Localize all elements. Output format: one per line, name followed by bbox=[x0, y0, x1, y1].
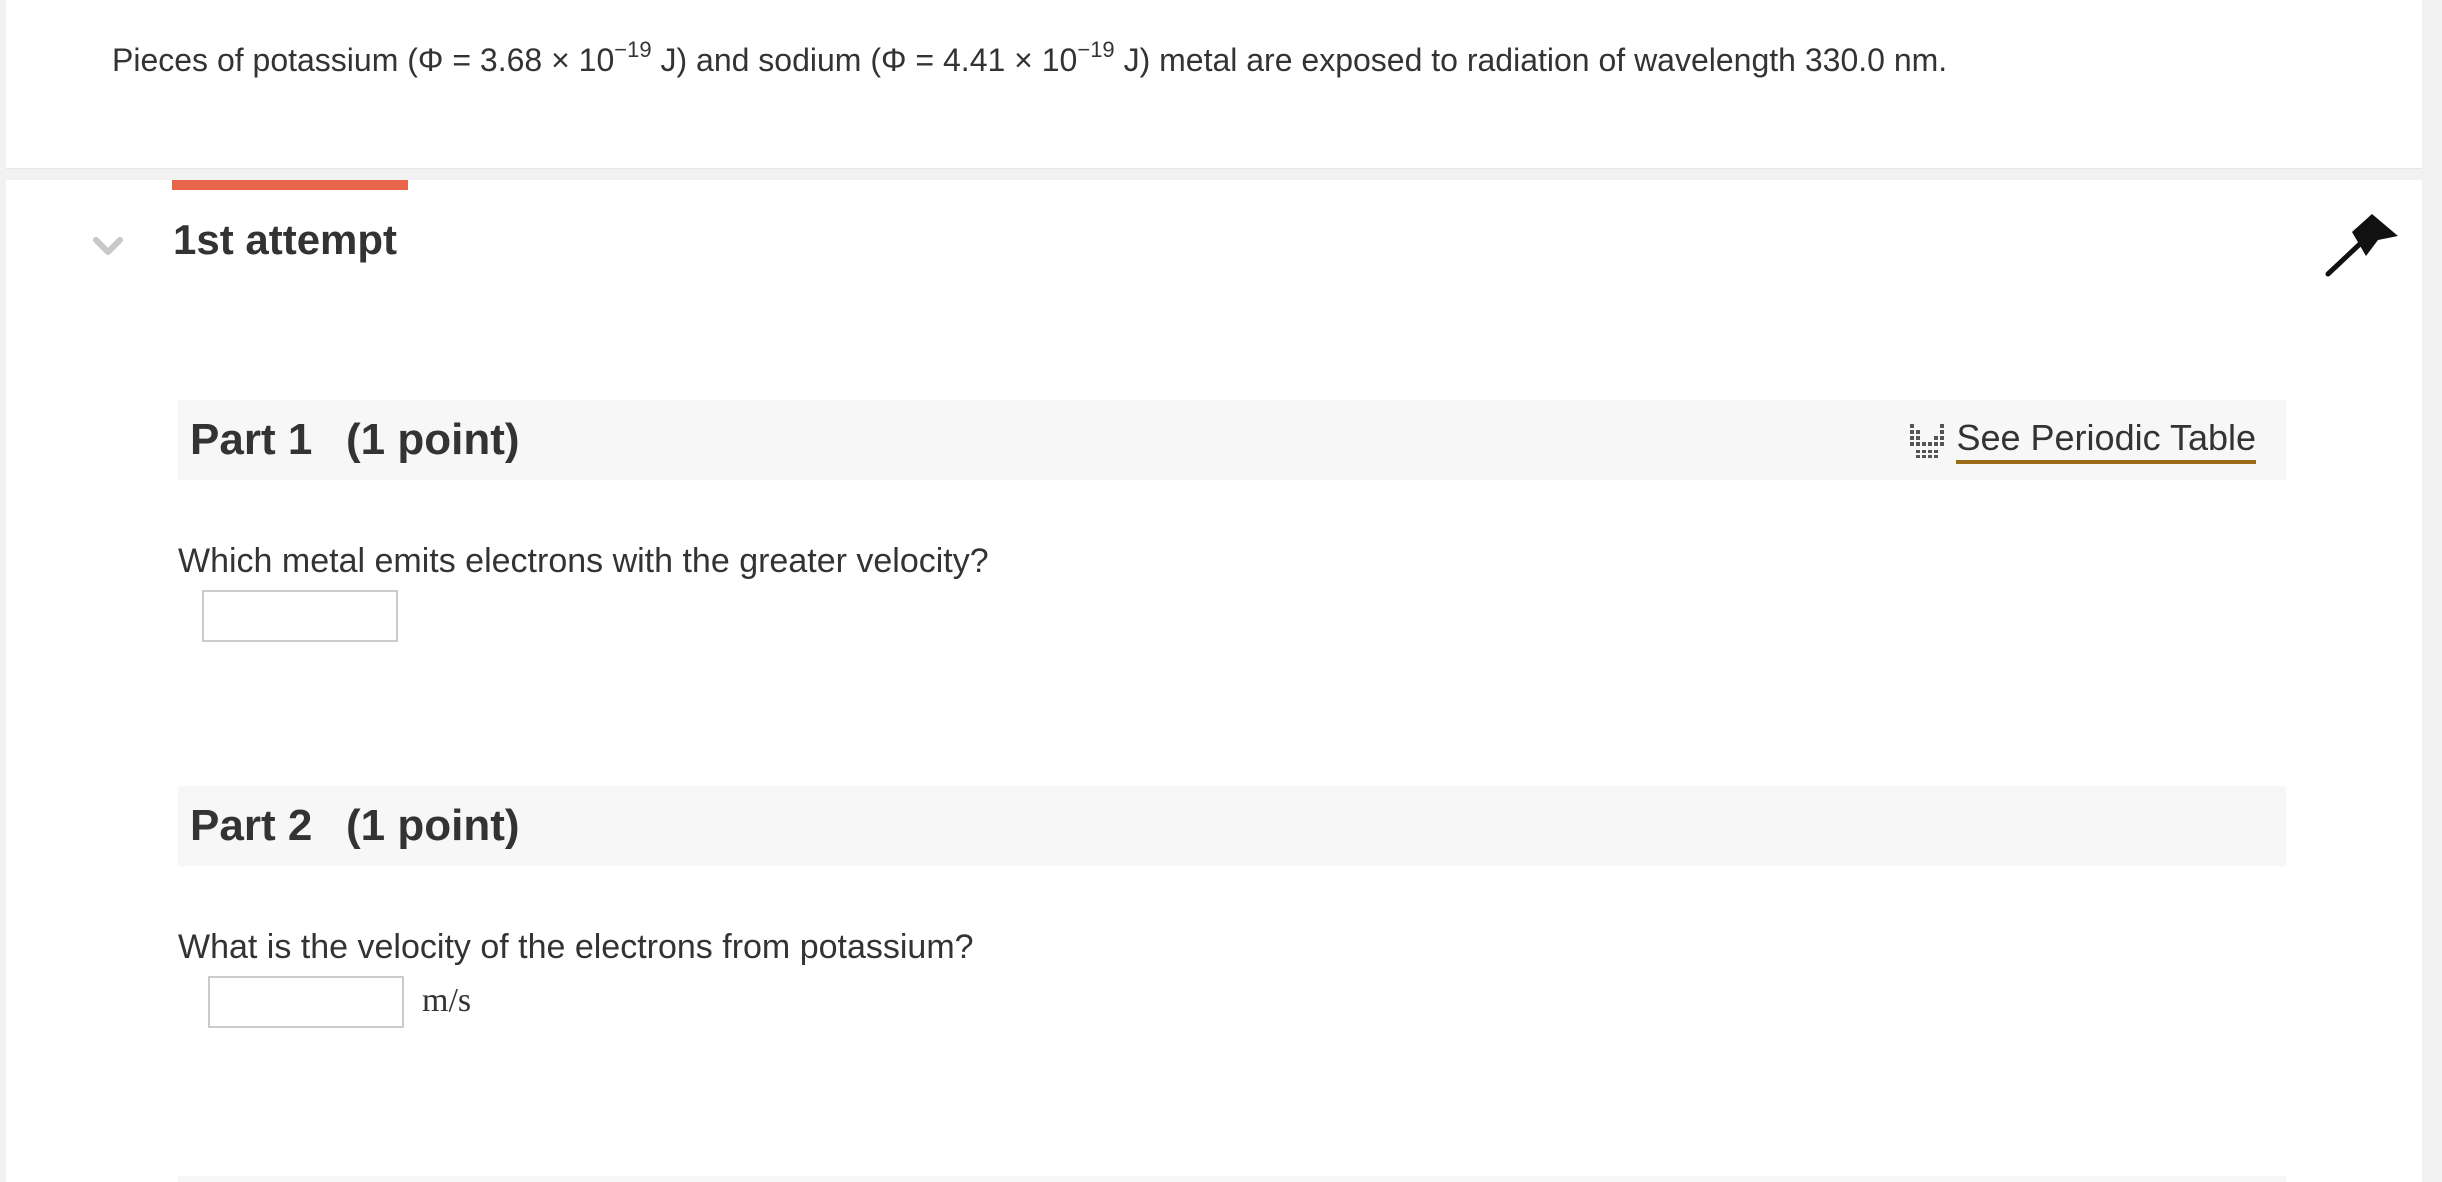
problem-exponent-2: −19 bbox=[1077, 37, 1115, 62]
see-periodic-table-link[interactable]: See Periodic Table bbox=[1908, 412, 2256, 468]
problem-exponent-1: −19 bbox=[614, 37, 652, 62]
attempt-tab-indicator bbox=[172, 180, 408, 190]
periodic-table-icon bbox=[1910, 424, 1945, 458]
part-3-header-edge bbox=[178, 1176, 2286, 1182]
problem-statement: Pieces of potassium (Φ = 3.68 × 10−19 J)… bbox=[112, 36, 1947, 84]
part-1-points: (1 point) bbox=[346, 415, 520, 464]
flag-icon[interactable] bbox=[2322, 210, 2402, 280]
chevron-down-icon[interactable] bbox=[88, 226, 128, 266]
attempt-title: 1st attempt bbox=[173, 216, 398, 263]
problem-text-part2: J) and sodium (Φ = 4.41 × 10 bbox=[651, 42, 1078, 78]
part-1-title: Part 1 bbox=[190, 415, 313, 464]
part-2-unit-label: m/s bbox=[422, 982, 472, 1019]
problem-text-part3: J) metal are exposed to radiation of wav… bbox=[1114, 42, 1948, 78]
problem-text-part1: Pieces of potassium (Φ = 3.68 × 10 bbox=[112, 42, 615, 78]
page-background: Pieces of potassium (Φ = 3.68 × 10−19 J)… bbox=[0, 0, 2442, 1182]
see-periodic-table-label[interactable]: See Periodic Table bbox=[1956, 416, 2256, 464]
part-2-title: Part 2 bbox=[190, 801, 313, 850]
part-2-answer-input[interactable] bbox=[208, 976, 404, 1028]
part-1-answer-input[interactable] bbox=[202, 590, 398, 642]
part-1-question: Which metal emits electrons with the gre… bbox=[178, 542, 989, 580]
problem-statement-card: Pieces of potassium (Φ = 3.68 × 10−19 J)… bbox=[6, 0, 2422, 168]
part-2-header: Part 2 (1 point) bbox=[178, 786, 2286, 866]
attempt-card: 1st attempt Part 1 (1 point) See Periodi… bbox=[6, 180, 2422, 1182]
part-2-question: What is the velocity of the electrons fr… bbox=[178, 928, 974, 966]
part-1-header: Part 1 (1 point) See Periodic Table bbox=[178, 400, 2286, 480]
part-2-points: (1 point) bbox=[346, 801, 520, 850]
